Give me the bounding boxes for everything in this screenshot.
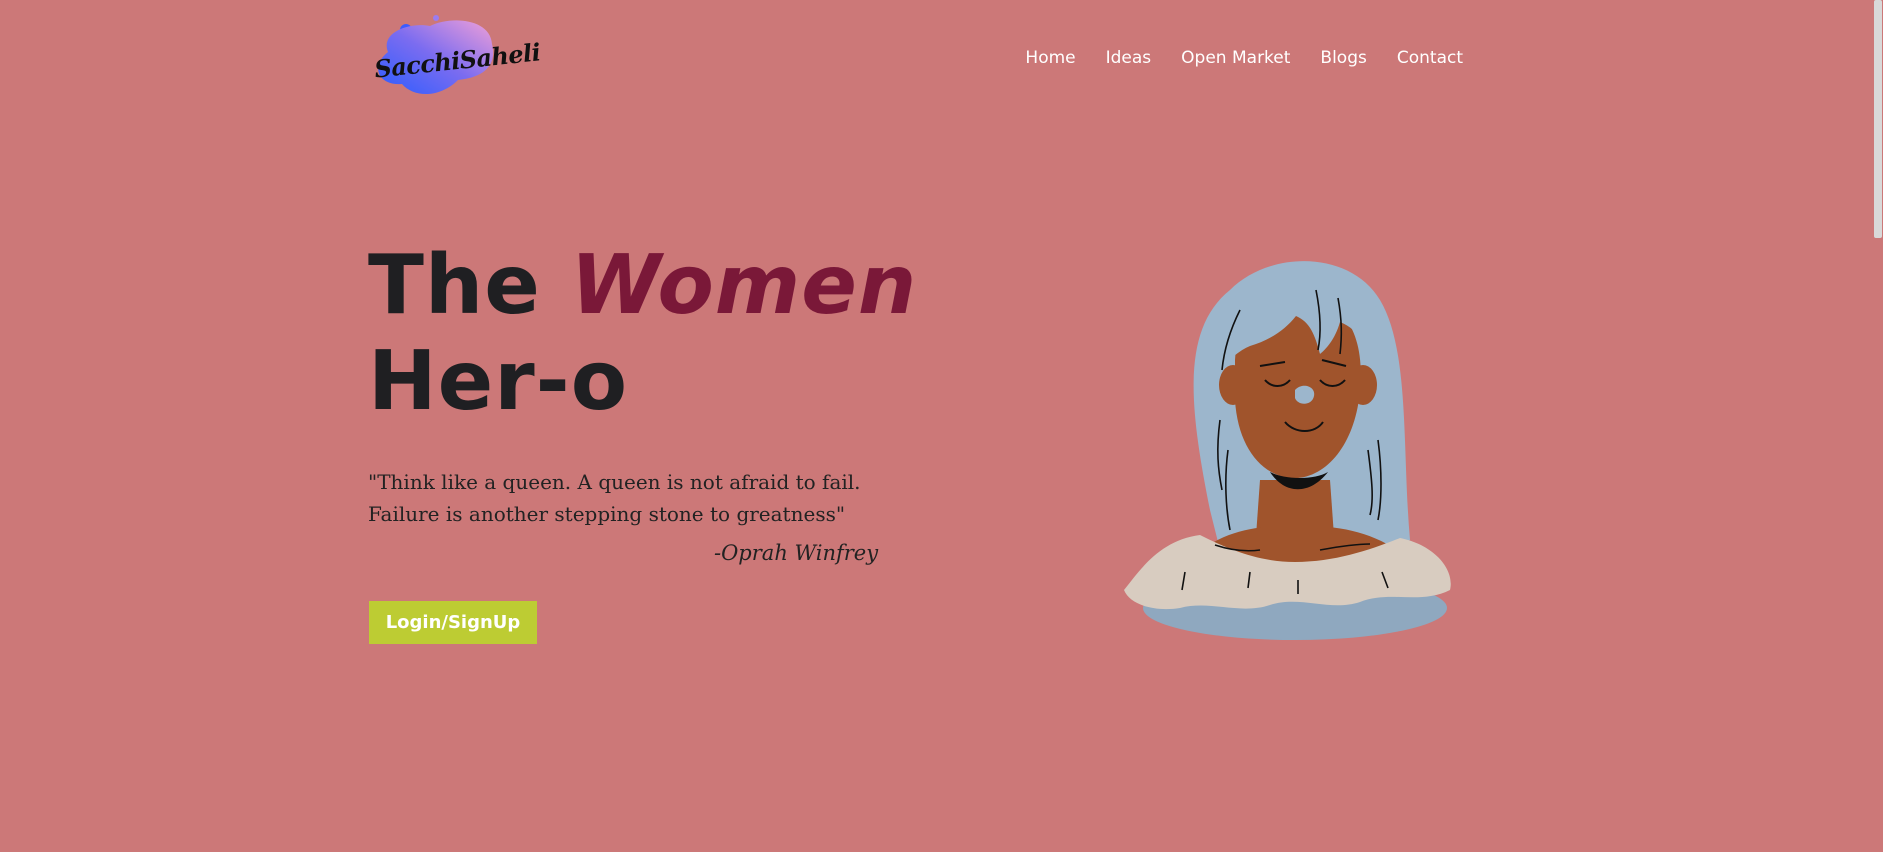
hero-quote: "Think like a queen. A queen is not afra… <box>368 470 861 526</box>
hero-title-the: The <box>368 238 541 333</box>
nav-ideas[interactable]: Ideas <box>1106 48 1152 68</box>
nav-open-market[interactable]: Open Market <box>1181 48 1290 68</box>
page: SacchiSaheli Home Ideas Open Market Blog… <box>0 0 1883 852</box>
woman-portrait-icon <box>1124 261 1451 640</box>
main-nav: Home Ideas Open Market Blogs Contact <box>995 48 1463 68</box>
nav-blogs[interactable]: Blogs <box>1320 48 1366 68</box>
logo[interactable]: SacchiSaheli <box>370 12 542 102</box>
nav-contact[interactable]: Contact <box>1397 48 1463 68</box>
nav-home[interactable]: Home <box>1025 48 1075 68</box>
hero-title-hero: Her-o <box>368 334 629 429</box>
scrollbar-thumb[interactable] <box>1874 0 1882 238</box>
page-scrollbar[interactable] <box>1872 0 1883 852</box>
quote-author: -Oprah Winfrey <box>714 541 879 565</box>
woman-illustration <box>1120 250 1460 650</box>
login-signup-button[interactable]: Login/SignUp <box>369 601 537 644</box>
hero-title: The Women Her-o <box>368 238 917 430</box>
hero-title-accent: Women <box>570 238 918 333</box>
